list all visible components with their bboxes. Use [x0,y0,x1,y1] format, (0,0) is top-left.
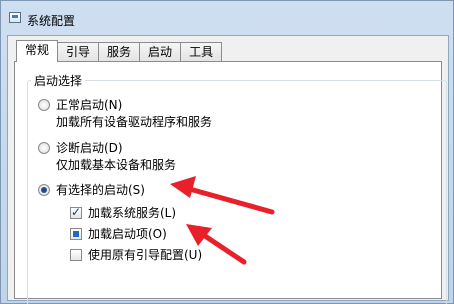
tab-bar: 常规 引导 服务 启动 工具 [16,40,223,62]
check-load-startup-items[interactable]: 加载启动项(O) [70,225,167,242]
check-original-boot-label: 使用原有引导配置(U) [88,248,203,262]
radio-normal-label: 正常启动(N) [56,98,123,112]
check-original-boot-config[interactable]: 使用原有引导配置(U) [70,246,202,263]
dialog-client: 常规 引导 服务 启动 工具 启动选择 正常启动(N) 加载所有设备驱动程序和服… [7,35,449,304]
app-icon [9,12,21,23]
check-load-startup-box[interactable] [70,227,82,240]
check-load-startup-label: 加载启动项(O) [88,227,167,241]
radio-selective-startup[interactable]: 有选择的启动(S) [38,181,145,198]
radio-diagnostic-indicator[interactable] [38,141,50,154]
tab-boot[interactable]: 引导 [57,42,100,62]
check-load-services-box[interactable] [70,205,82,219]
radio-diagnostic-label: 诊断启动(D) [56,141,123,155]
system-config-window: 系统配置 常规 引导 服务 启动 工具 启动选择 正常启动(N) 加载所有设备驱… [0,0,454,304]
check-load-services-label: 加载系统服务(L) [88,206,177,220]
check-original-boot-box[interactable] [70,248,82,261]
radio-selective-label: 有选择的启动(S) [56,183,145,197]
tab-startup[interactable]: 启动 [139,42,182,62]
tab-services[interactable]: 服务 [98,42,141,62]
window-title: 系统配置 [27,14,76,28]
title-bar[interactable]: 系统配置 [1,1,453,33]
radio-normal-indicator[interactable] [38,98,50,111]
radio-diagnostic-startup[interactable]: 诊断启动(D) [38,139,123,156]
diagnostic-startup-desc: 仅加载基本设备和服务 [56,158,177,172]
tab-tools[interactable]: 工具 [180,42,223,62]
tab-general[interactable]: 常规 [16,40,59,62]
normal-startup-desc: 加载所有设备驱动程序和服务 [56,115,213,129]
radio-normal-startup[interactable]: 正常启动(N) [38,96,122,113]
group-label: 启动选择 [31,72,86,89]
check-load-system-services[interactable]: 加载系统服务(L) [70,204,176,221]
radio-selective-indicator[interactable] [38,183,50,196]
general-panel: 启动选择 正常启动(N) 加载所有设备驱动程序和服务 诊断启动(D) 仅加载基本… [14,61,447,304]
